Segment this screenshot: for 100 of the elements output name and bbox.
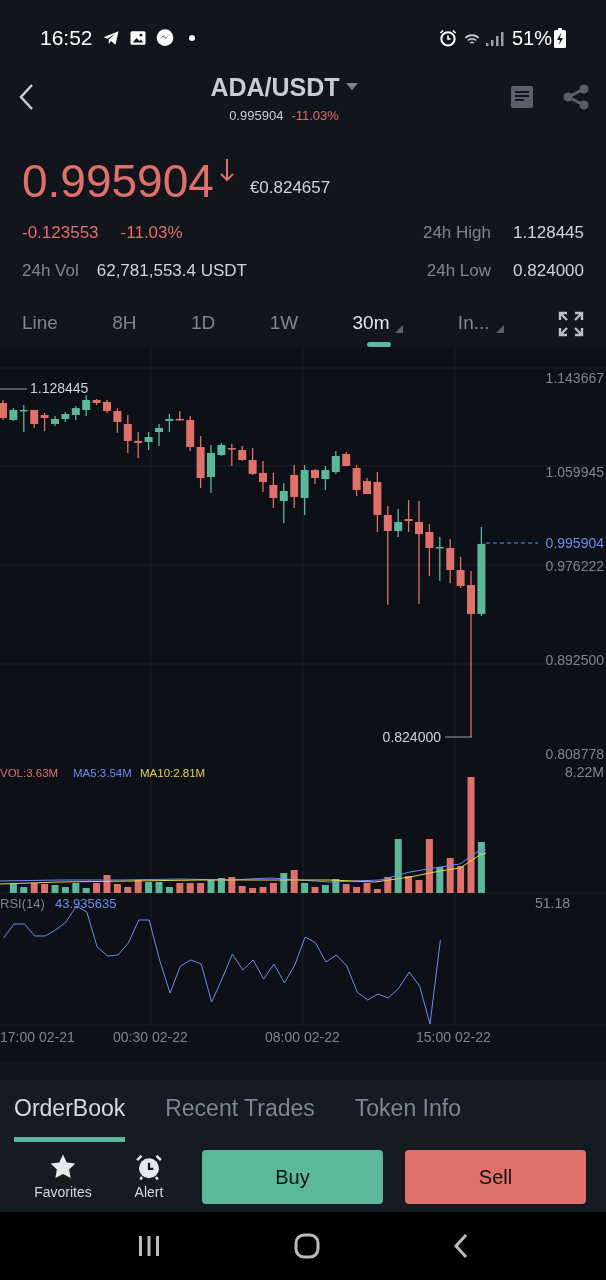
volume-bar [113,884,121,893]
stat-value: 0.824000 [512,260,584,283]
volume-bar [155,882,163,893]
current-price-label: 0.995904 [545,535,604,551]
time-axis-label: 15:00 02-22 [416,1029,491,1045]
candle [144,431,153,451]
volume-bar [342,884,350,893]
candle [279,482,288,524]
candle [269,472,278,509]
volume-bar [301,883,309,893]
price-axis-label: 0.808778 [545,746,604,762]
volume-bar [373,889,381,893]
interval-tab[interactable]: In... [457,300,504,347]
header-change: -11.03% [291,107,339,125]
price-change: -0.123553 [22,222,99,245]
stat-label: 24h Vol [22,260,79,283]
interval-tab[interactable]: 8H [112,300,137,347]
candle [290,464,299,509]
tab-underline [366,342,391,347]
stat-label: 24h Low [425,260,491,283]
volume-max-label: 8.22M [565,764,604,780]
battery-percentage: 51% [511,26,552,51]
candle [363,477,371,495]
volume-bar [363,883,371,893]
stat-label: 24h High [421,222,491,245]
high-price-label: 1.128445 [30,380,89,396]
time-axis-label: 00:30 02-22 [113,1029,188,1045]
volume-bar [51,885,59,893]
recent-apps-icon[interactable] [136,1234,161,1258]
price-change-percent: -11.03% [120,222,183,245]
section-tab[interactable]: Token Info [354,1080,461,1142]
volume-legend-label: VOL:3.63M [0,767,59,779]
chat-bubble-icon [154,28,175,48]
price-axis-label: 1.059945 [545,464,604,480]
home-icon[interactable] [294,1233,320,1259]
rsi-max-label: 51.18 [534,895,570,911]
header-price: 0.995904 [229,107,284,125]
candle [446,538,455,584]
volume-bar [30,883,38,893]
candle [321,465,330,491]
price-axis-label: 0.976222 [545,558,604,574]
volume-legend-label: MA5:3.54M [73,767,132,779]
candle [71,405,80,421]
volume-bar [405,876,413,893]
volume-legend-label: MA10:2.81M [140,767,206,779]
candle [300,464,309,516]
low-price-label: 0.824000 [382,729,441,745]
interval-tab[interactable]: 1D [190,300,216,347]
action-button[interactable]: Favorites [20,1151,106,1203]
volume-bar [207,880,215,893]
alarm-clock-icon [437,28,458,48]
volume-bar [384,877,392,893]
interval-tab[interactable]: Line [22,300,58,347]
trade-button[interactable]: Sell [405,1150,586,1204]
last-price: 0.995904 [22,158,214,204]
volume-bar [20,887,28,893]
candle [425,523,434,577]
candle [435,536,444,582]
action-button[interactable]: Alert [106,1151,192,1203]
leader-line [444,736,473,738]
volume-bar [134,880,142,893]
interval-tab[interactable]: 1W [269,300,299,347]
rsi-label: RSI(14) [0,896,45,911]
battery-charging-icon [554,28,566,48]
trade-button[interactable]: Buy [202,1150,383,1204]
volume-bar [394,839,402,893]
volume-bar [259,887,267,893]
section-tab[interactable]: Recent Trades [165,1080,315,1142]
time-axis-label: 08:00 02-22 [265,1029,340,1045]
status-time: 16:52 [40,25,93,52]
volume-bar [217,878,225,893]
candle [155,423,163,447]
candle [103,399,111,414]
candle [394,508,403,538]
fiat-price: €0.824657 [249,176,331,199]
volume-bar [436,867,444,893]
current-price-line [485,542,539,544]
volume-bar [165,887,173,893]
dropdown-caret-icon[interactable] [345,83,358,92]
volume-bar [415,880,423,893]
volume-bar [103,875,111,893]
volume-bar [9,883,17,893]
share-icon[interactable] [562,84,590,110]
pair-title[interactable]: ADA/USDT [210,68,340,106]
candle [61,411,70,423]
volume-bar [446,858,454,893]
document-icon[interactable] [510,85,534,109]
stat-value: 1.128445 [512,222,584,245]
candle [30,409,39,429]
image-icon [128,29,147,47]
down-arrow-icon [219,158,234,182]
expand-icon[interactable] [557,310,584,337]
candle [40,412,49,432]
volume-bar [186,883,194,893]
volume-bar [238,886,246,893]
interval-tab[interactable]: 30m [352,300,404,347]
volume-bar [280,873,288,893]
back-icon[interactable] [453,1233,470,1259]
volume-bar [290,870,298,893]
candle [207,444,215,494]
